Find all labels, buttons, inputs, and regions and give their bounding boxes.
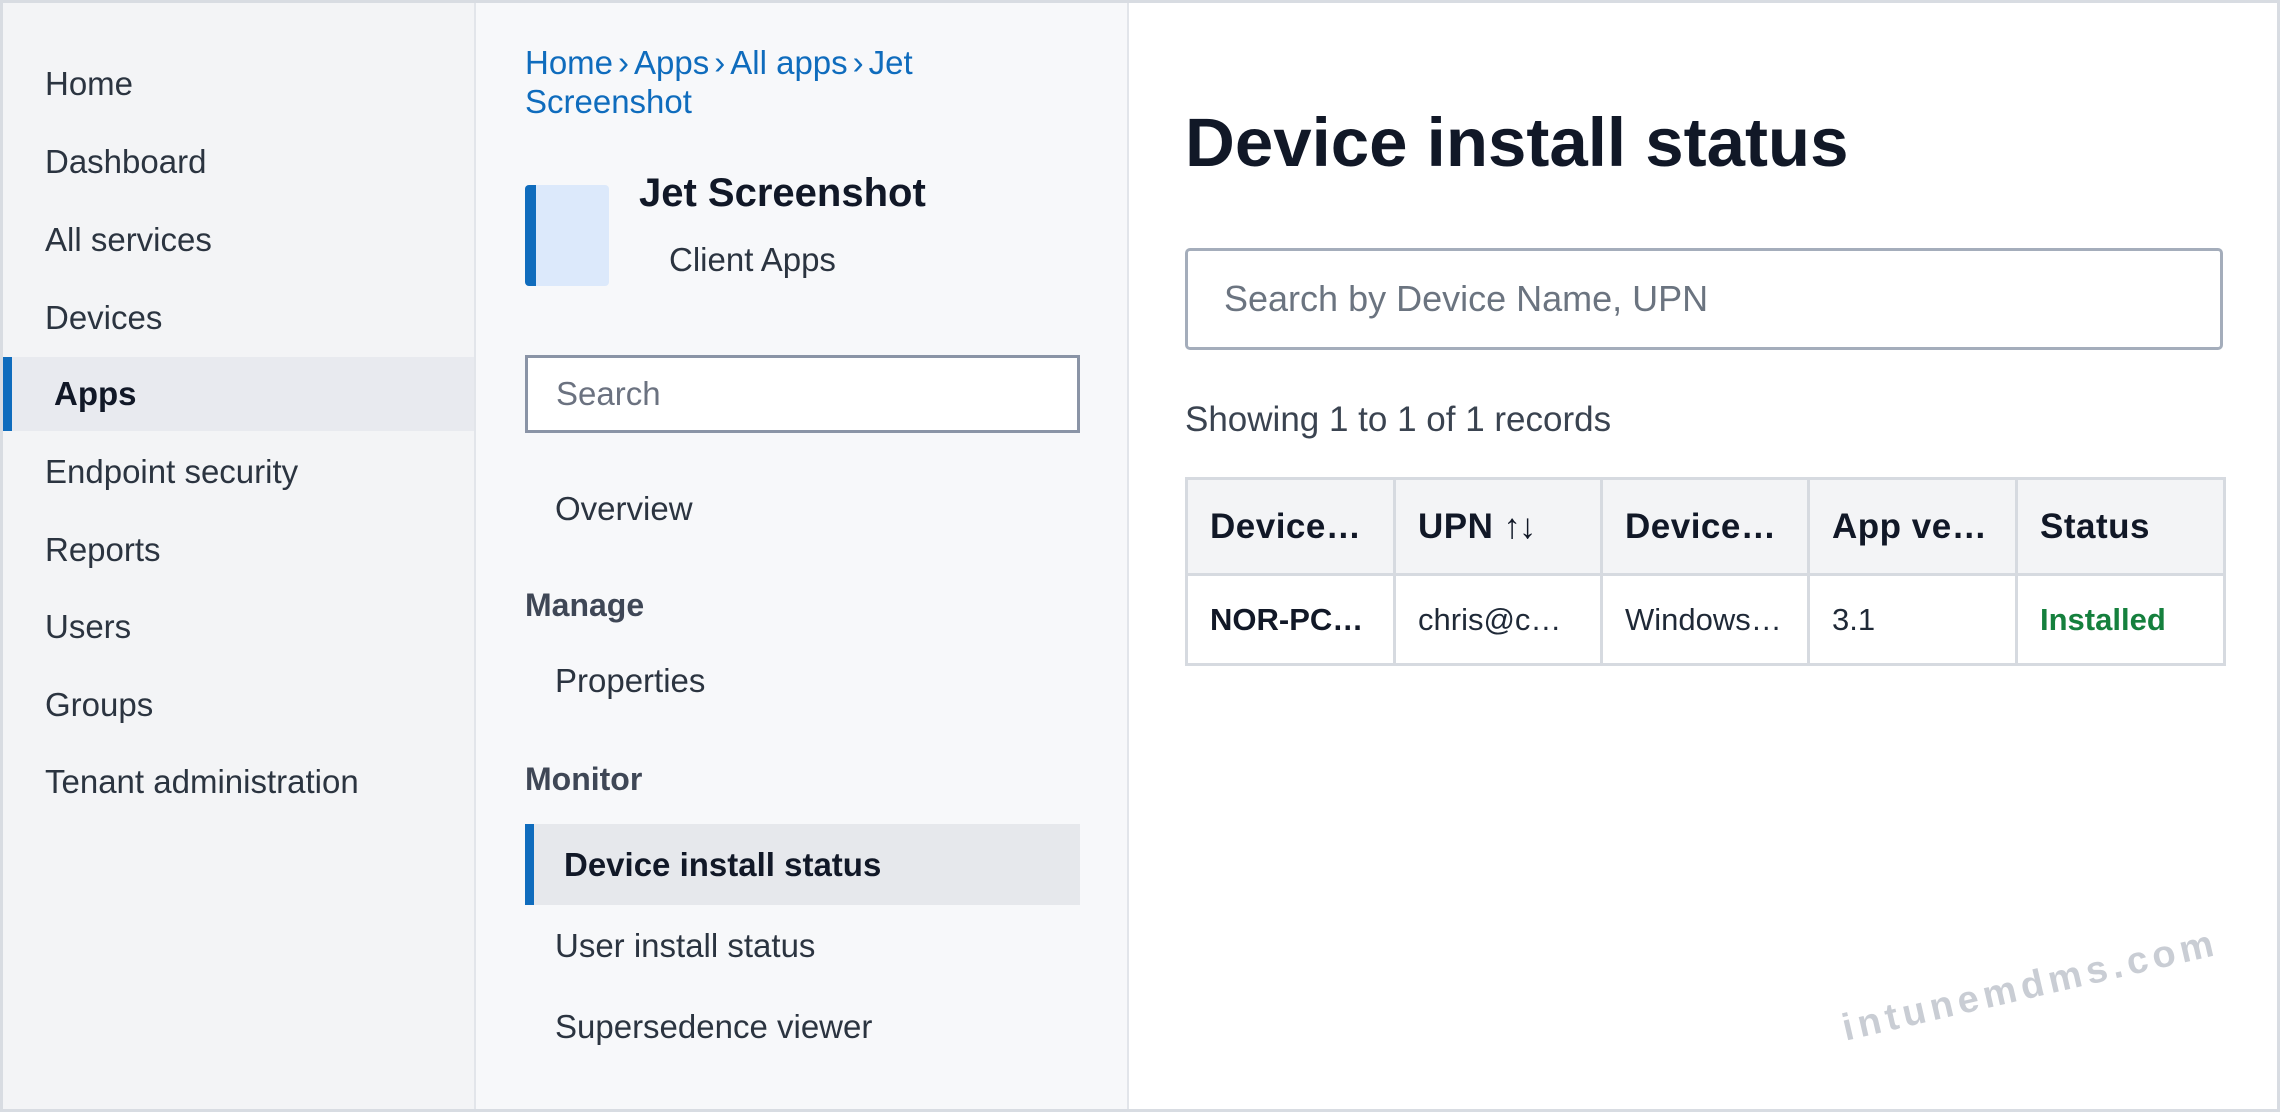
nav-item-dashboard[interactable]: Dashboard [3,125,474,199]
section-heading-monitor: Monitor [525,761,643,797]
menu-item-overview[interactable]: Overview [525,468,1080,549]
nav-item-tenant-administration[interactable]: Tenant administration [3,745,474,819]
nav-item-reports[interactable]: Reports [3,513,474,587]
column-header-device-name[interactable]: Device… [1185,477,1396,576]
table-row[interactable]: NOR-PC… chris@c… Windows… 3.1 Installed [1185,573,2226,666]
app-subtitle: Client Apps [669,241,836,278]
breadcrumb-home[interactable]: Home [525,44,613,81]
column-header-app-version[interactable]: App ve… [1807,477,2018,576]
cell-status: Installed [2015,573,2226,666]
device-search-input[interactable] [1185,248,2223,350]
nav-item-apps[interactable]: Apps [3,357,474,431]
breadcrumb-separator: › [618,44,630,81]
app-title: Jet Screenshot [639,171,926,215]
app-icon [525,185,609,286]
cell-device-name[interactable]: NOR-PC… [1185,573,1396,666]
breadcrumb-separator: › [852,44,864,81]
cell-upn: chris@c… [1393,573,1603,666]
sort-icon[interactable]: ↑↓ [1503,507,1536,546]
menu-item-device-install-status[interactable]: Device install status [525,824,1080,905]
menu-item-user-install-status[interactable]: User install status [525,905,1080,986]
menu-item-properties[interactable]: Properties [525,640,1080,721]
blade-search-input[interactable] [525,355,1080,433]
column-header-status[interactable]: Status [2015,477,2226,576]
page-title: Device install status [1185,104,1849,181]
breadcrumb: Home › Apps › All apps › Jet Screenshot [525,43,1045,121]
cell-device-platform: Windows… [1600,573,1810,666]
nav-item-groups[interactable]: Groups [3,668,474,742]
nav-item-devices[interactable]: Devices [3,281,474,355]
nav-item-endpoint-security[interactable]: Endpoint security [3,435,474,509]
cell-app-version: 3.1 [1807,573,2018,666]
main-content: Device install status Showing 1 to 1 of … [1129,3,2277,1109]
breadcrumb-apps[interactable]: Apps [634,44,709,81]
breadcrumb-separator: › [714,44,726,81]
menu-item-supersedence-viewer[interactable]: Supersedence viewer [525,986,1080,1067]
nav-item-home[interactable]: Home [3,47,474,121]
breadcrumb-all-apps[interactable]: All apps [730,44,847,81]
column-header-device-platform[interactable]: Device… [1600,477,1810,576]
column-header-upn[interactable]: UPN ↑↓ [1393,477,1603,576]
left-navigation: Home Dashboard All services Devices Apps… [3,3,476,1109]
app-blade: Home › Apps › All apps › Jet Screenshot Jet Sc… [476,3,1129,1109]
records-count: Showing 1 to 1 of 1 records [1185,400,1612,439]
column-header-upn-label: UPN [1418,506,1494,546]
section-heading-manage: Manage [525,587,645,623]
install-status-table: Device… UPN ↑↓ Device… App ve… Status NOR… [1185,477,2226,666]
nav-item-all-services[interactable]: All services [3,203,474,277]
nav-item-users[interactable]: Users [3,590,474,664]
table-header-row: Device… UPN ↑↓ Device… App ve… Status [1185,477,2226,576]
